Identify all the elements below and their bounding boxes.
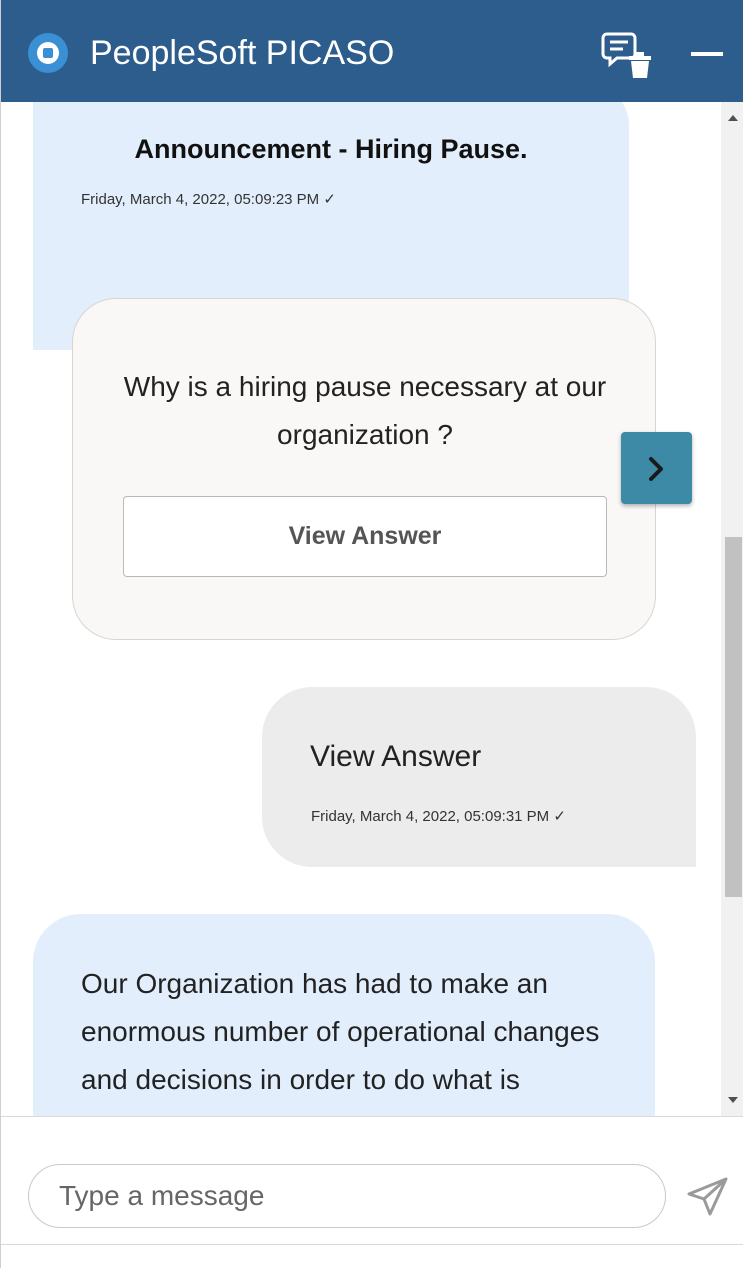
- faq-card: Why is a hiring pause necessary at our o…: [72, 298, 656, 640]
- scroll-down-arrow-icon[interactable]: [721, 1090, 743, 1110]
- user-message-text: View Answer: [310, 740, 482, 773]
- announcement-title: Announcement - Hiring Pause.: [134, 134, 528, 164]
- chat-header: PeopleSoft PICASO: [1, 0, 743, 102]
- scrollbar-thumb[interactable]: [725, 537, 742, 897]
- message-timestamp: Friday, March 4, 2022, 05:09:23 PM ✓: [81, 191, 336, 208]
- headset-bot-icon: [28, 33, 68, 73]
- user-message-bubble: View Answer Friday, March 4, 2022, 05:09…: [262, 687, 696, 867]
- minimize-icon[interactable]: [691, 52, 723, 56]
- chevron-right-icon: [649, 457, 663, 481]
- footer-divider: [1, 1244, 743, 1245]
- app-title: PeopleSoft PICASO: [90, 34, 395, 72]
- chat-window: PeopleSoft PICASO Announcement - Hiring …: [0, 0, 743, 1268]
- chat-transcript: Announcement - Hiring Pause. Friday, Mar…: [1, 102, 721, 1116]
- message-composer: [1, 1116, 743, 1268]
- faq-question: Why is a hiring pause necessary at our o…: [123, 371, 607, 450]
- scroll-up-arrow-icon[interactable]: [721, 108, 743, 128]
- bot-message-text: Our Organization has had to make an enor…: [81, 968, 600, 1116]
- bot-message-bubble: Our Organization has had to make an enor…: [33, 914, 655, 1116]
- chat-clear-icon[interactable]: [601, 30, 653, 80]
- send-icon[interactable]: [684, 1172, 732, 1220]
- message-input[interactable]: [28, 1164, 666, 1228]
- view-answer-button[interactable]: View Answer: [123, 496, 607, 577]
- carousel-next-button[interactable]: [621, 432, 692, 504]
- message-timestamp: Friday, March 4, 2022, 05:09:31 PM ✓: [311, 808, 566, 825]
- chat-scrollbar[interactable]: [721, 102, 743, 1116]
